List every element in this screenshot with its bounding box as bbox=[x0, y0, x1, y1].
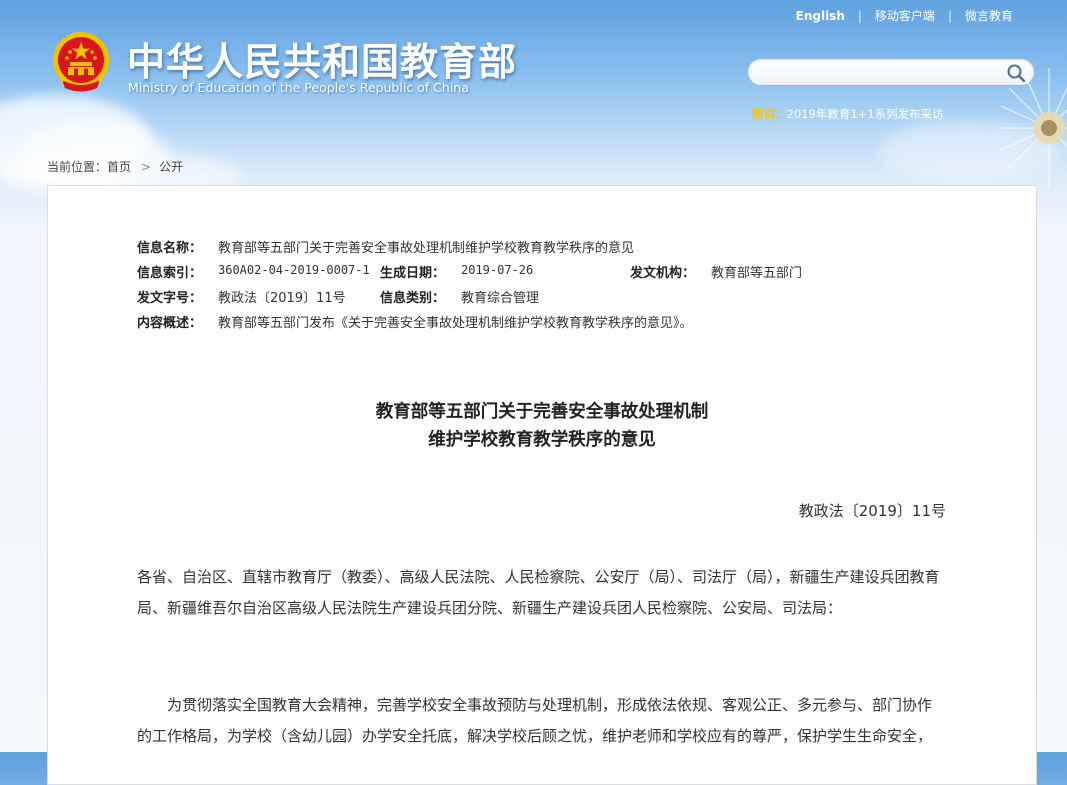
site-title-english: Ministry of Education of the People's Re… bbox=[128, 80, 469, 95]
hot-words-label: 热词： bbox=[752, 107, 787, 121]
breadcrumb-arrow-icon: > bbox=[141, 160, 152, 174]
mobile-client-link[interactable]: 移动客户端 bbox=[875, 7, 935, 24]
weiyan-education-link[interactable]: 微言教育 bbox=[965, 7, 1013, 24]
document-title-line: 维护学校教育教学秩序的意见 bbox=[428, 430, 656, 450]
meta-category-value: 教育综合管理 bbox=[461, 291, 540, 306]
document-number: 教政法〔2019〕11号 bbox=[798, 502, 946, 520]
meta-org-value: 教育部等五部门 bbox=[711, 266, 803, 281]
hot-word-link[interactable]: 2019年教育1+1系列发布采访 bbox=[787, 107, 944, 121]
meta-summary-value: 教育部等五部门发布《关于完善安全事故处理机制维护学校教育教学秩序的意见》。 bbox=[218, 316, 693, 331]
document-paragraph: 为贯彻落实全国教育大会精神，完善学校安全事故预防与处理机制，形成依法依规、客观公… bbox=[137, 696, 933, 745]
hot-words: 热词：2019年教育1+1系列发布采访 bbox=[752, 106, 944, 122]
document-title-line: 教育部等五部门关于完善安全事故处理机制 bbox=[375, 402, 709, 422]
meta-index-value: 360A02-04-2019-0007-1 bbox=[218, 263, 370, 277]
meta-org-label: 发文机构： bbox=[630, 266, 696, 281]
breadcrumb: 当前位置：首页 > 公开 bbox=[47, 158, 183, 175]
meta-date-value: 2019-07-26 bbox=[461, 263, 534, 277]
meta-summary-label: 内容概述： bbox=[137, 316, 203, 331]
link-divider: | bbox=[947, 8, 952, 23]
link-divider: | bbox=[857, 8, 862, 23]
breadcrumb-home-link[interactable]: 首页 bbox=[107, 160, 131, 174]
breadcrumb-prefix: 当前位置： bbox=[47, 160, 108, 174]
search-input[interactable] bbox=[760, 63, 1004, 83]
dandelion-decoration-icon bbox=[999, 68, 1067, 188]
meta-name-label: 信息名称： bbox=[137, 241, 203, 256]
meta-date-label: 生成日期： bbox=[380, 266, 446, 281]
meta-category-label: 信息类别： bbox=[380, 291, 446, 306]
breadcrumb-current-link[interactable]: 公开 bbox=[159, 160, 183, 174]
english-link[interactable]: English bbox=[796, 9, 845, 23]
document-title: 教育部等五部门关于完善安全事故处理机制 维护学校教育教学秩序的意见 bbox=[47, 398, 1037, 454]
meta-docno-value: 教政法〔2019〕11号 bbox=[218, 291, 346, 306]
site-title: 中华人民共和国教育部 bbox=[127, 40, 518, 84]
national-emblem-icon bbox=[53, 32, 109, 92]
document-recipients: 各省、自治区、直辖市教育厅（教委）、高级人民法院、人民检察院、公安厅（局）、司法… bbox=[137, 568, 940, 617]
meta-name-value: 教育部等五部门关于完善安全事故处理机制维护学校教育教学秩序的意见 bbox=[218, 241, 635, 256]
top-links: English | 移动客户端 | 微言教育 bbox=[796, 7, 1013, 24]
meta-index-label: 信息索引： bbox=[137, 266, 203, 281]
meta-docno-label: 发文字号： bbox=[137, 291, 203, 306]
